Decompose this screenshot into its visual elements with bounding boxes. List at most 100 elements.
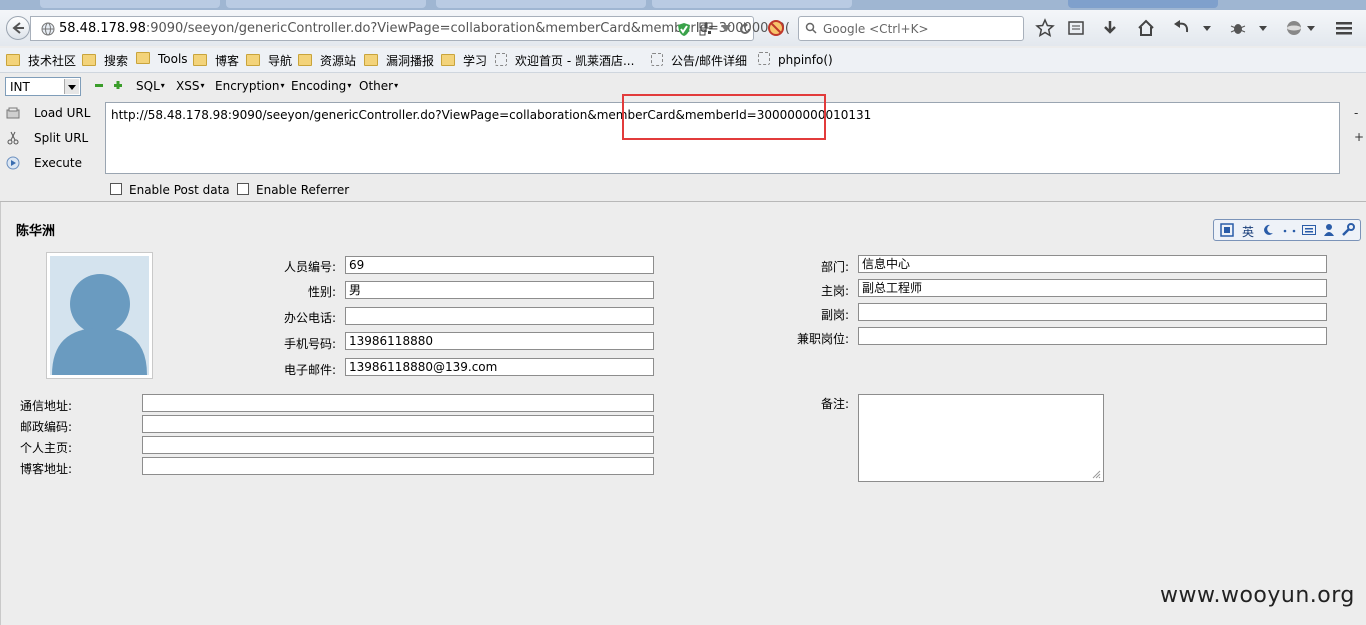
search-input[interactable]: Google <Ctrl+K> <box>798 16 1024 41</box>
dropdown-icon[interactable] <box>1203 26 1211 32</box>
bookmark-folder[interactable]: 漏洞播报 <box>364 52 434 68</box>
field-label: 电子邮件: <box>284 363 337 377</box>
menu-xss[interactable]: XSS <box>176 79 204 93</box>
bookmark-folder[interactable]: 资源站 <box>298 52 356 68</box>
tab[interactable] <box>40 0 220 8</box>
resize-grip-icon[interactable] <box>1091 469 1101 479</box>
bookmark-link[interactable]: phpinfo() <box>758 52 833 68</box>
mobile-field[interactable]: 13986118880 <box>345 332 654 350</box>
plus-icon[interactable] <box>113 80 123 90</box>
tab[interactable] <box>226 0 426 8</box>
menu-icon[interactable] <box>1334 18 1354 38</box>
field-label: 兼职岗位: <box>797 332 850 346</box>
load-url-label: Load URL <box>34 106 91 120</box>
folder-icon <box>6 54 20 66</box>
globe-icon <box>41 22 55 36</box>
department-field[interactable]: 信息中心 <box>858 255 1327 273</box>
keyboard-icon[interactable] <box>1302 225 1316 235</box>
qr-code-icon[interactable] <box>699 22 713 36</box>
moon-icon[interactable] <box>1262 224 1274 236</box>
tab[interactable] <box>652 0 852 8</box>
blog-field[interactable] <box>142 457 654 475</box>
execute-button[interactable]: Execute <box>6 156 82 170</box>
bookmark-folder[interactable]: 导航 <box>246 52 292 68</box>
primary-post-field[interactable]: 副总工程师 <box>858 279 1327 297</box>
field-label: 备注: <box>821 397 850 411</box>
bookmark-link[interactable]: 欢迎首页 - 凯莱酒店... <box>495 52 634 68</box>
punctuation-icon[interactable] <box>1282 229 1298 233</box>
folder-icon <box>364 54 378 66</box>
dropdown-icon[interactable] <box>721 25 731 33</box>
folder-icon <box>82 54 96 66</box>
scissors-icon <box>7 131 19 145</box>
tab[interactable] <box>436 0 646 8</box>
field-label: 人员编号: <box>284 260 337 274</box>
field-label: 性别: <box>308 285 337 299</box>
chevron-down-icon[interactable] <box>64 79 79 94</box>
bookmark-folder[interactable]: 博客 <box>193 52 239 68</box>
load-url-button[interactable]: Load URL <box>6 106 90 120</box>
arrow-left-icon <box>12 22 24 34</box>
user-icon[interactable] <box>1323 223 1335 237</box>
firebug-icon[interactable] <box>1228 18 1248 38</box>
split-url-label: Split URL <box>34 131 89 145</box>
addon-globe-icon[interactable] <box>1284 18 1304 38</box>
checkbox-box[interactable] <box>237 183 249 195</box>
part-time-post-field[interactable] <box>858 327 1327 345</box>
secondary-post-field[interactable] <box>858 303 1327 321</box>
bookmark-folder[interactable]: 搜索 <box>82 52 128 68</box>
bookmark-folder[interactable]: 学习 <box>441 52 487 68</box>
play-icon <box>6 156 20 170</box>
download-icon[interactable] <box>1100 18 1120 38</box>
reading-list-icon[interactable] <box>1066 18 1086 38</box>
noscript-icon[interactable] <box>768 20 784 36</box>
dropdown-icon[interactable] <box>1307 26 1315 32</box>
bookmark-star-icon[interactable] <box>1035 18 1055 38</box>
search-placeholder: Google <Ctrl+K> <box>823 22 929 36</box>
shrink-button[interactable]: - <box>1354 106 1358 120</box>
address-field[interactable] <box>142 394 654 412</box>
bookmark-link[interactable]: 公告/邮件详细 <box>651 52 747 68</box>
grow-button[interactable]: + <box>1354 130 1364 144</box>
ime-logo-icon <box>1220 223 1234 237</box>
url-bar[interactable]: 58.48.178.98:9090/seeyon/genericControll… <box>30 16 790 41</box>
menu-sql[interactable]: SQL <box>136 79 165 93</box>
type-select[interactable]: INT <box>5 77 81 96</box>
wrench-icon[interactable] <box>1341 223 1355 237</box>
email-field[interactable]: 13986118880@139.com <box>345 358 654 376</box>
ime-lang-label[interactable]: 英 <box>1242 223 1254 240</box>
folder-icon <box>136 52 150 64</box>
folder-icon <box>246 54 260 66</box>
homepage-field[interactable] <box>142 436 654 454</box>
checkbox-box[interactable] <box>110 183 122 195</box>
field-label: 邮政编码: <box>20 420 73 434</box>
reload-icon[interactable] <box>739 22 751 36</box>
menu-encryption[interactable]: Encryption <box>215 79 284 93</box>
notes-textarea[interactable] <box>858 394 1104 482</box>
back-button[interactable] <box>6 16 30 40</box>
page-icon <box>651 53 663 66</box>
tab[interactable] <box>1068 0 1218 8</box>
avatar <box>46 252 153 379</box>
home-icon[interactable] <box>1136 18 1156 38</box>
office-phone-field[interactable] <box>345 307 654 325</box>
shield-check-icon[interactable] <box>677 22 691 37</box>
dropdown-icon[interactable] <box>1259 26 1267 32</box>
menu-encoding[interactable]: Encoding <box>291 79 351 93</box>
search-icon <box>805 22 817 34</box>
bookmark-folder[interactable]: 技术社区 <box>6 52 76 68</box>
minus-icon[interactable] <box>94 80 104 90</box>
postal-code-field[interactable] <box>142 415 654 433</box>
enable-post-checkbox[interactable]: Enable Post data <box>110 183 230 197</box>
ime-toolbar[interactable]: 英 <box>1213 219 1361 241</box>
enable-referrer-checkbox[interactable]: Enable Referrer <box>237 183 349 197</box>
bookmark-folder[interactable]: Tools <box>136 52 188 68</box>
enable-referrer-label: Enable Referrer <box>256 183 350 197</box>
member-name: 陈华洲 <box>16 224 56 239</box>
split-url-button[interactable]: Split URL <box>6 131 88 145</box>
member-number-field[interactable]: 69 <box>345 256 654 274</box>
undo-icon[interactable] <box>1172 18 1192 38</box>
gender-field[interactable]: 男 <box>345 281 654 299</box>
select-value: INT <box>10 80 30 94</box>
menu-other[interactable]: Other <box>359 79 398 93</box>
